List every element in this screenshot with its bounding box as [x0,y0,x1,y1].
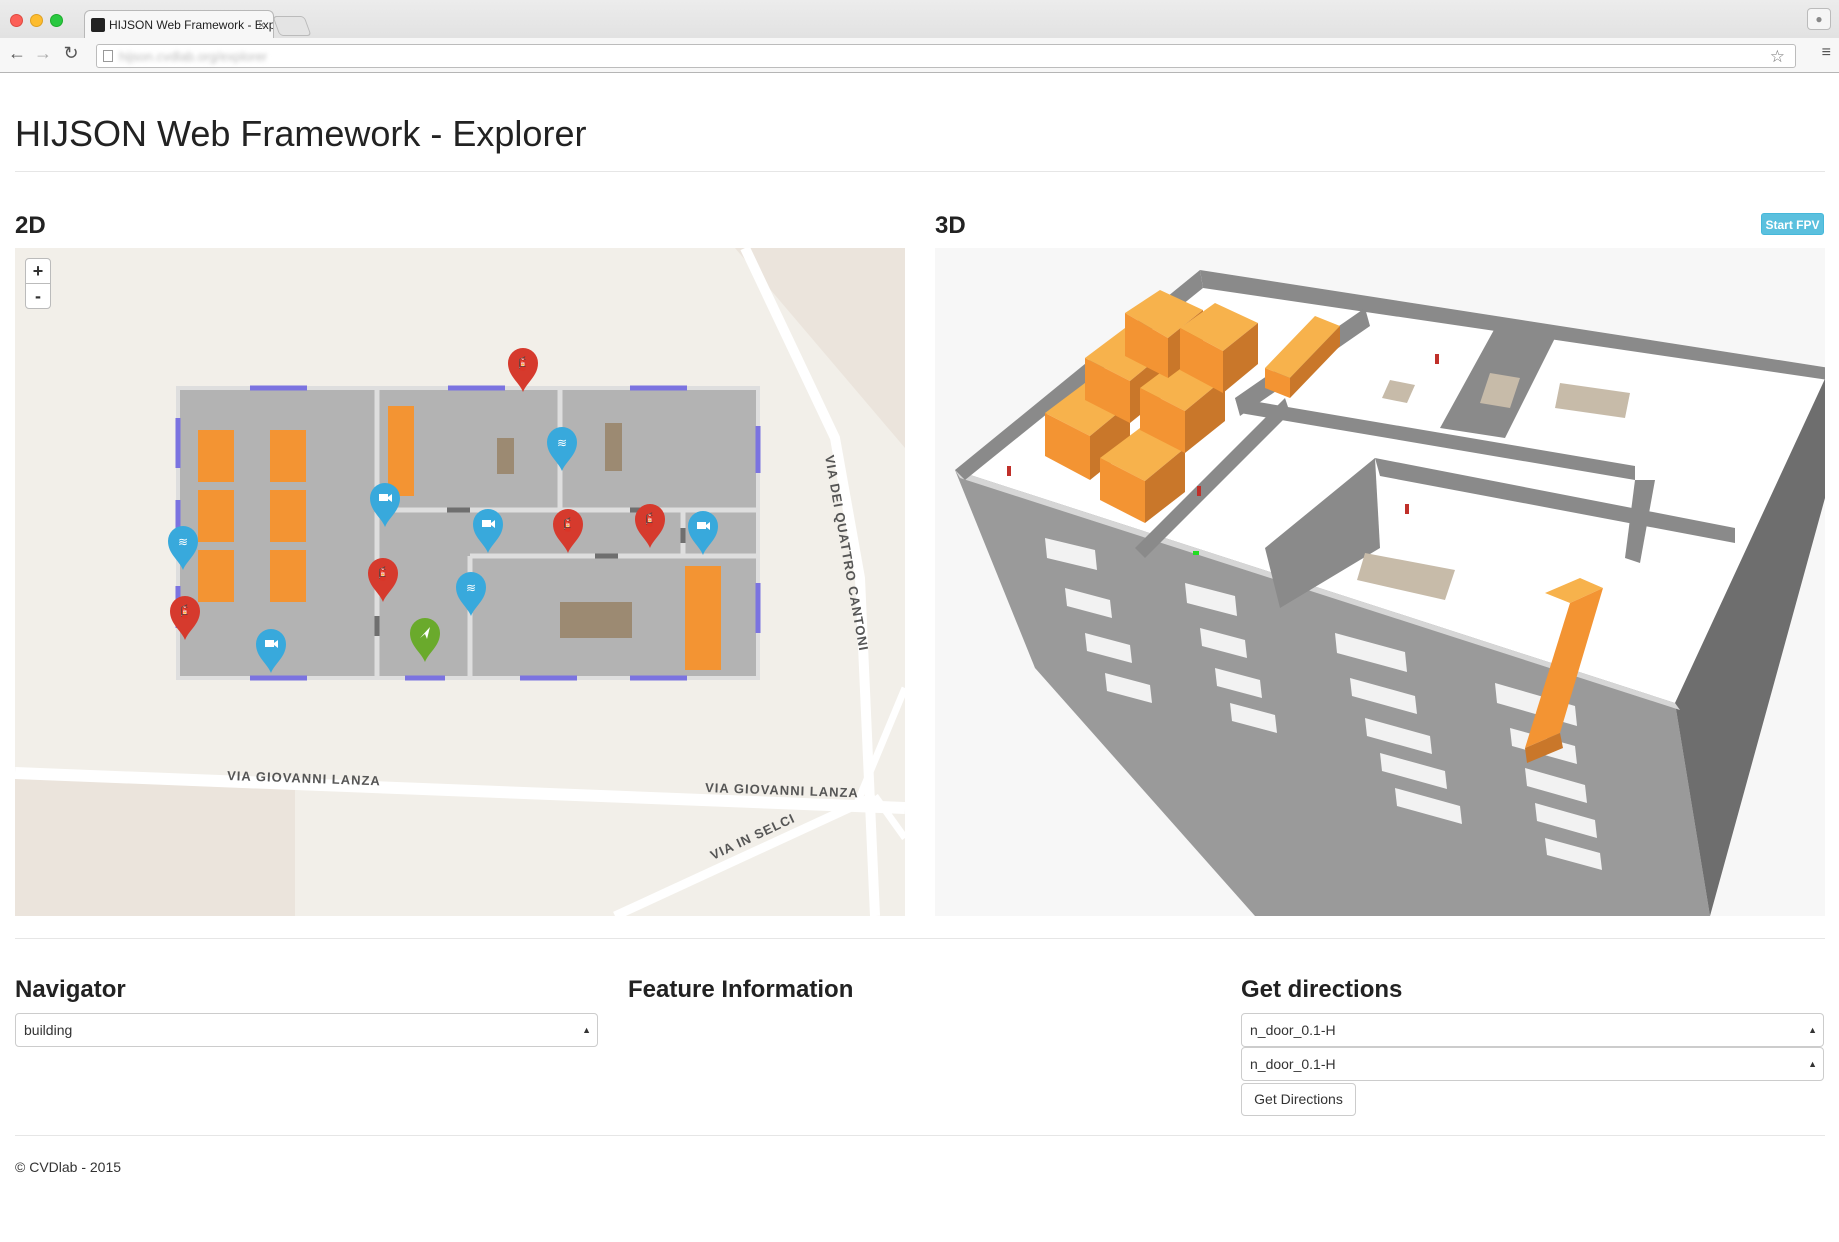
zoom-in-button[interactable]: + [25,258,51,284]
directions-from-value: n_door_0.1-H [1250,1022,1336,1038]
browser-chrome: HIJSON Web Framework - Explorer × ● ← → … [0,0,1839,73]
directions-to-value: n_door_0.1-H [1250,1056,1336,1072]
svg-text:≋: ≋ [466,581,476,595]
start-fpv-button[interactable]: Start FPV [1761,213,1824,235]
nav-bar: ← → ↻ hijson.cvdlab.org/explorer ☆ ≡ [0,38,1839,72]
view-3d[interactable] [935,248,1825,916]
map-2d[interactable]: VIA GIOVANNI LANZA VIA GIOVANNI LANZA VI… [15,248,905,916]
forward-icon[interactable]: → [32,43,54,64]
tab-title: HIJSON Web Framework - Explorer [109,18,273,32]
back-icon[interactable]: ← [6,43,28,64]
url-text: hijson.cvdlab.org/explorer [119,49,268,64]
svg-text:🧯: 🧯 [375,566,391,582]
svg-text:🧯: 🧯 [560,517,576,533]
section-2d-title: 2D [15,212,46,239]
footer-text: © CVDlab - 2015 [15,1159,122,1175]
bookmark-star-icon[interactable]: ☆ [1770,47,1785,67]
select-arrows-icon: ▲ [1808,1059,1817,1069]
select-arrows-icon: ▲ [1808,1025,1817,1035]
close-window-button[interactable] [10,14,23,27]
new-tab-button[interactable] [272,16,312,36]
divider [15,1135,1825,1136]
reload-icon[interactable]: ↻ [60,43,82,64]
get-directions-button[interactable]: Get Directions [1241,1083,1356,1116]
divider [15,938,1825,939]
divider [15,171,1825,172]
section-3d-title: 3D [935,212,966,239]
svg-text:≋: ≋ [557,436,567,450]
select-arrows-icon: ▲ [582,1025,591,1035]
directions-from-select[interactable]: n_door_0.1-H ▲ [1241,1013,1824,1047]
minimize-window-button[interactable] [30,14,43,27]
maximize-window-button[interactable] [50,14,63,27]
profile-icon[interactable]: ● [1807,8,1831,30]
svg-text:🧯: 🧯 [177,604,193,620]
terminal-icon [91,18,105,32]
navigator-select[interactable]: building ▲ [15,1013,598,1047]
get-directions-title: Get directions [1241,976,1403,1003]
close-tab-icon[interactable]: × [258,11,265,38]
svg-text:🧯: 🧯 [515,356,531,372]
3d-position-indicator [1193,551,1199,555]
view-3d-canvas[interactable] [935,248,1825,916]
svg-text:🧯: 🧯 [642,512,658,528]
navigator-title: Navigator [15,976,126,1003]
svg-text:≋: ≋ [178,535,188,549]
zoom-out-button[interactable]: - [25,283,51,309]
page-icon [103,50,113,62]
menu-icon[interactable]: ≡ [1822,44,1831,62]
browser-tab[interactable]: HIJSON Web Framework - Explorer × [84,10,274,38]
address-bar[interactable]: hijson.cvdlab.org/explorer ☆ [96,44,1796,68]
page-title: HIJSON Web Framework - Explorer [15,113,587,154]
navigator-selected-value: building [24,1022,73,1038]
map-2d-canvas[interactable]: VIA GIOVANNI LANZA VIA GIOVANNI LANZA VI… [15,248,905,916]
feature-information-title: Feature Information [628,976,854,1003]
directions-to-select[interactable]: n_door_0.1-H ▲ [1241,1047,1824,1081]
